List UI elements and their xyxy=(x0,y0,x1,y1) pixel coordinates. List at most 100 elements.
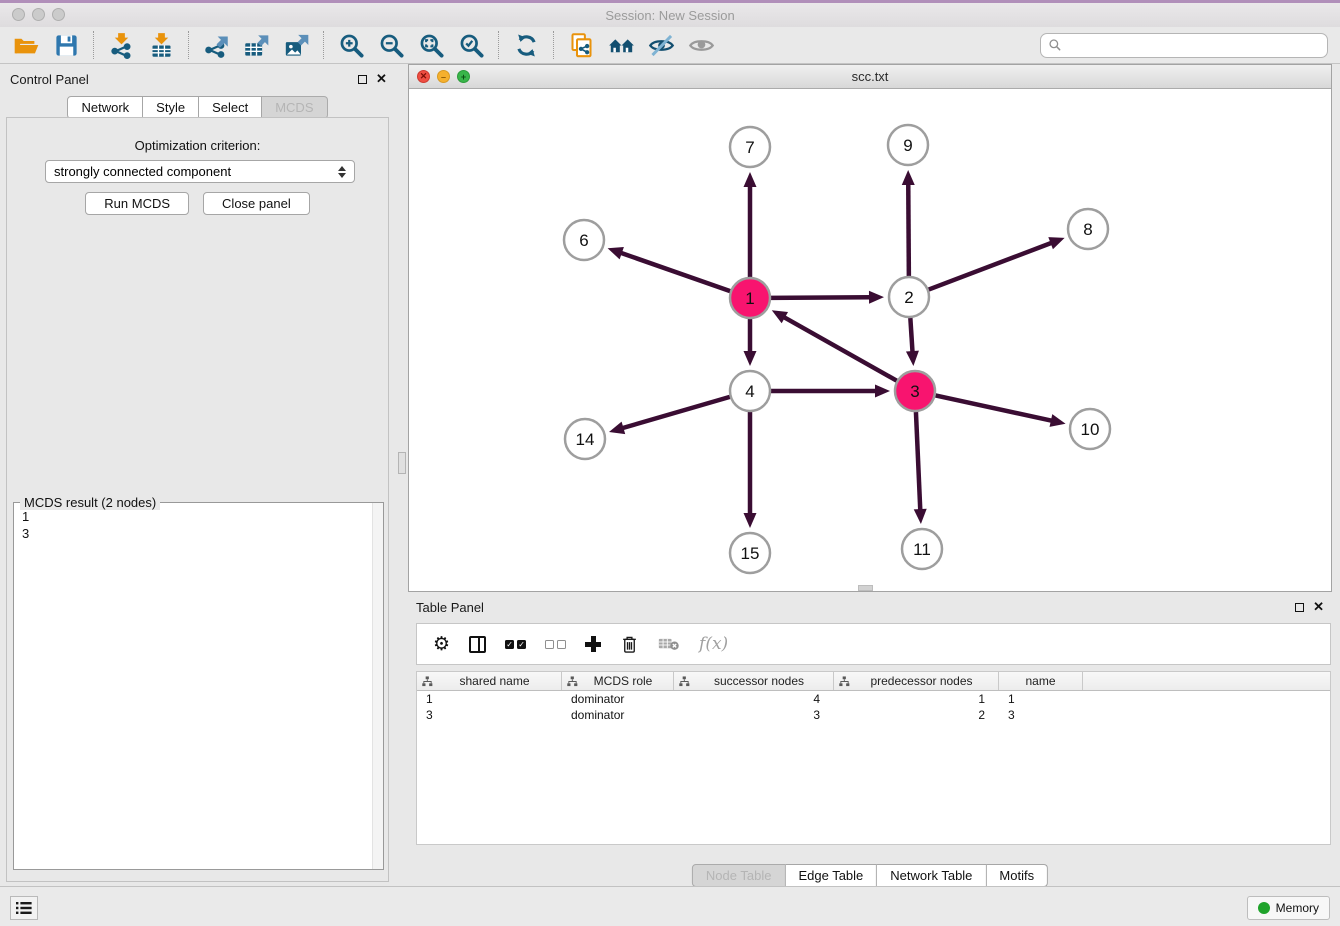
export-image-button[interactable] xyxy=(276,29,316,61)
table-cell[interactable]: 1 xyxy=(417,692,562,706)
zoom-fit-button[interactable] xyxy=(411,29,451,61)
import-network-button[interactable] xyxy=(101,29,141,61)
open-session-button[interactable] xyxy=(6,29,46,61)
close-view-button[interactable]: ✕ xyxy=(417,70,430,83)
first-neighbors-button[interactable] xyxy=(601,29,641,61)
edge-2-3[interactable] xyxy=(910,318,912,353)
float-table-panel-icon[interactable] xyxy=(1295,603,1304,612)
close-panel-button[interactable]: Close panel xyxy=(203,192,310,215)
node-2[interactable]: 2 xyxy=(889,277,929,317)
delete-column-button[interactable] xyxy=(620,634,639,655)
export-table-icon xyxy=(243,32,270,59)
tab-edge-table[interactable]: Edge Table xyxy=(785,864,877,887)
criterion-select[interactable]: strongly connected component xyxy=(45,160,355,183)
node-10[interactable]: 10 xyxy=(1070,409,1110,449)
splitter-handle-horizontal[interactable] xyxy=(858,585,873,591)
table-cell[interactable]: dominator xyxy=(562,692,674,706)
task-history-button[interactable] xyxy=(10,896,38,920)
tab-network-table[interactable]: Network Table xyxy=(877,864,986,887)
minimize-window-button[interactable] xyxy=(32,8,45,21)
edge-3-10[interactable] xyxy=(936,395,1053,420)
tab-network[interactable]: Network xyxy=(67,96,143,119)
edge-1-2[interactable] xyxy=(771,297,871,298)
save-session-button[interactable] xyxy=(46,29,86,61)
network-window-titlebar[interactable]: ✕ – + scc.txt xyxy=(409,65,1331,89)
column-header-predecessor-nodes[interactable]: predecessor nodes xyxy=(834,672,999,690)
edge-arrowhead xyxy=(1050,414,1066,427)
tab-style[interactable]: Style xyxy=(143,96,199,119)
close-table-panel-icon[interactable]: ✕ xyxy=(1313,601,1324,613)
export-table-button[interactable] xyxy=(236,29,276,61)
column-header-successor-nodes[interactable]: successor nodes xyxy=(674,672,834,690)
export-network-button[interactable] xyxy=(196,29,236,61)
edge-4-14[interactable] xyxy=(621,397,729,429)
edge-2-8[interactable] xyxy=(929,242,1053,289)
node-8[interactable]: 8 xyxy=(1068,209,1108,249)
application-window: Session: New Session xyxy=(0,0,1340,926)
zoom-selected-button[interactable] xyxy=(451,29,491,61)
table-row[interactable]: 3dominator323 xyxy=(417,707,1330,723)
maximize-view-button[interactable]: + xyxy=(457,70,470,83)
duplicate-network-button[interactable] xyxy=(561,29,601,61)
node-4[interactable]: 4 xyxy=(730,371,770,411)
splitter-handle-vertical[interactable] xyxy=(398,452,406,474)
deselect-all-button[interactable] xyxy=(545,640,566,649)
show-columns-button[interactable] xyxy=(469,636,486,653)
edge-1-6[interactable] xyxy=(620,253,730,292)
table-cell[interactable]: 3 xyxy=(417,708,562,722)
node-15[interactable]: 15 xyxy=(730,533,770,573)
tab-node-table[interactable]: Node Table xyxy=(692,864,786,887)
column-header-shared-name[interactable]: shared name xyxy=(417,672,562,690)
maximize-window-button[interactable] xyxy=(52,8,65,21)
table-cell[interactable]: 1 xyxy=(834,692,999,706)
table-cell[interactable]: 1 xyxy=(999,692,1083,706)
tab-mcds[interactable]: MCDS xyxy=(262,96,327,119)
edge-3-1[interactable] xyxy=(783,317,897,381)
edge-2-9[interactable] xyxy=(908,183,909,276)
table-cell[interactable]: 2 xyxy=(834,708,999,722)
result-scrollbar[interactable] xyxy=(372,503,383,869)
import-table-icon xyxy=(148,32,175,59)
node-7[interactable]: 7 xyxy=(730,127,770,167)
toolbar-separator xyxy=(188,31,189,59)
close-window-button[interactable] xyxy=(12,8,25,21)
column-header-name[interactable]: name xyxy=(999,672,1083,690)
table-cell[interactable]: 3 xyxy=(999,708,1083,722)
close-panel-icon[interactable]: ✕ xyxy=(376,73,387,85)
table-cell[interactable]: 4 xyxy=(674,692,834,706)
zoom-out-button[interactable] xyxy=(371,29,411,61)
edge-3-11[interactable] xyxy=(916,412,920,511)
float-panel-icon[interactable] xyxy=(358,75,367,84)
add-column-button[interactable] xyxy=(585,636,601,652)
tab-motifs[interactable]: Motifs xyxy=(986,864,1048,887)
table-row[interactable]: 1dominator411 xyxy=(417,691,1330,707)
show-all-button[interactable] xyxy=(681,29,721,61)
minimize-view-button[interactable]: – xyxy=(437,70,450,83)
svg-text:9: 9 xyxy=(903,136,912,155)
import-table-button[interactable] xyxy=(141,29,181,61)
search-input[interactable] xyxy=(1067,38,1327,53)
apply-layout-button[interactable] xyxy=(506,29,546,61)
node-9[interactable]: 9 xyxy=(888,125,928,165)
node-3[interactable]: 3 xyxy=(895,371,935,411)
function-builder-button[interactable]: f(x) xyxy=(699,634,728,654)
search-field[interactable] xyxy=(1040,33,1328,58)
memory-button[interactable]: Memory xyxy=(1247,896,1330,920)
node-1[interactable]: 1 xyxy=(730,278,770,318)
table-settings-button[interactable]: ⚙ xyxy=(433,634,450,654)
node-11[interactable]: 11 xyxy=(902,529,942,569)
column-edit-icon xyxy=(839,676,850,687)
select-all-button[interactable]: ✓✓ xyxy=(505,640,526,649)
table-cell[interactable]: 3 xyxy=(674,708,834,722)
zoom-in-button[interactable] xyxy=(331,29,371,61)
node-14[interactable]: 14 xyxy=(565,419,605,459)
run-mcds-button[interactable]: Run MCDS xyxy=(85,192,189,215)
table-cell[interactable]: dominator xyxy=(562,708,674,722)
node-6[interactable]: 6 xyxy=(564,220,604,260)
tab-select[interactable]: Select xyxy=(199,96,262,119)
delete-table-button[interactable] xyxy=(658,636,680,652)
hide-selected-button[interactable] xyxy=(641,29,681,61)
network-canvas[interactable]: 7 9 6 8 1 2 4 3 14 10 15 11 xyxy=(409,89,1331,591)
columns-icon xyxy=(469,636,486,653)
column-header-mcds-role[interactable]: MCDS role xyxy=(562,672,674,690)
